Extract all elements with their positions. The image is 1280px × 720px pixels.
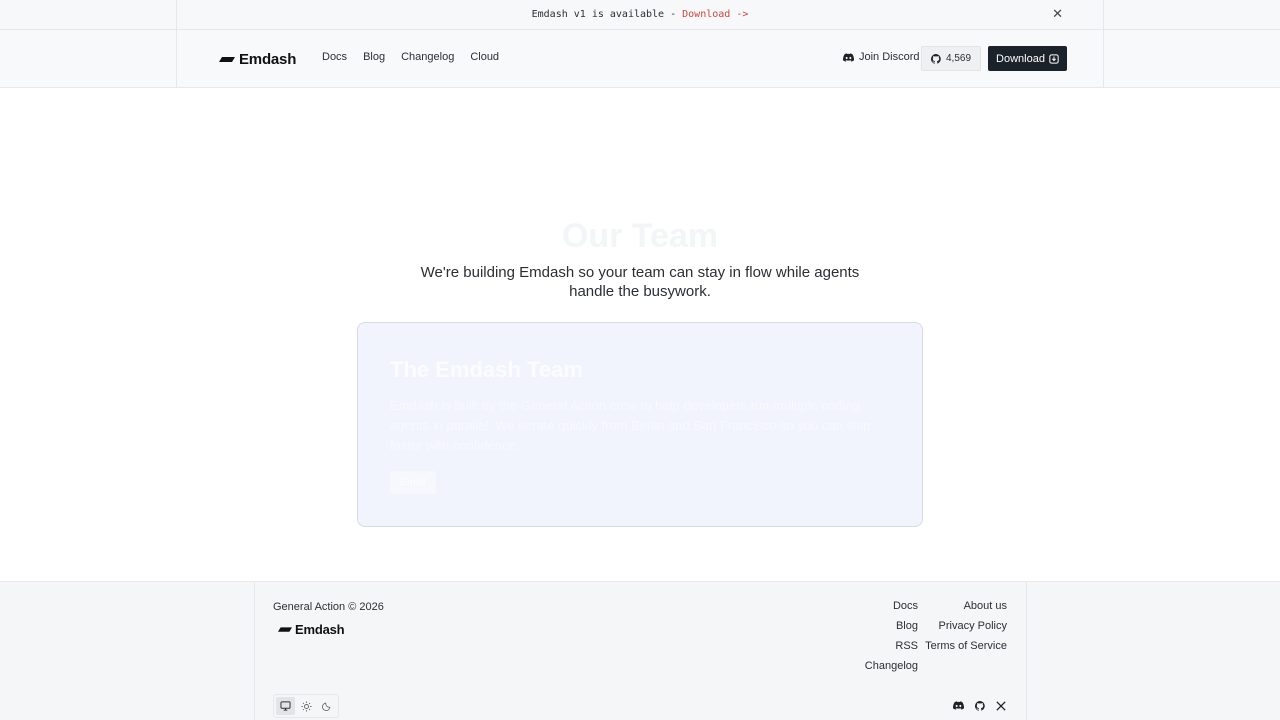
- site-header-inner: Emdash Docs Blog Changelog Cloud Join Di…: [176, 30, 1104, 88]
- download-button[interactable]: Download: [988, 46, 1067, 71]
- sun-icon: [300, 700, 312, 712]
- footer-logo-text: Emdash: [295, 622, 345, 637]
- footer-link-about[interactable]: About us: [964, 600, 1007, 613]
- theme-switcher: [273, 694, 339, 718]
- footer-link-privacy[interactable]: Privacy Policy: [939, 620, 1007, 633]
- monitor-icon: [280, 701, 291, 711]
- team-card-body: Emdash is built by the General Action cr…: [390, 398, 871, 453]
- x-icon[interactable]: [995, 700, 1006, 711]
- theme-dark-option[interactable]: [317, 697, 336, 715]
- moon-icon: [321, 702, 331, 711]
- page-title: Our Team: [561, 217, 719, 255]
- announcement-text: Emdash v1 is available - Download ->: [177, 9, 1103, 20]
- discord-icon: [843, 52, 854, 62]
- announcement-banner-inner: Emdash v1 is available - Download -> ✕: [176, 0, 1104, 30]
- social-links: [953, 700, 1006, 711]
- footer-link-terms[interactable]: Terms of Service: [925, 640, 1007, 653]
- footer-link-docs[interactable]: Docs: [893, 600, 918, 613]
- footer-logo[interactable]: Emdash: [278, 622, 345, 637]
- download-icon: [1049, 53, 1059, 64]
- theme-system-option[interactable]: [276, 697, 295, 715]
- footer-link-changelog[interactable]: Changelog: [865, 660, 918, 673]
- team-card-title: The Emdash Team: [390, 357, 583, 382]
- nav-cloud[interactable]: Cloud: [470, 51, 499, 63]
- announcement-message: Emdash v1 is available -: [531, 9, 683, 20]
- theme-light-option[interactable]: [297, 697, 316, 715]
- join-discord-button[interactable]: Join Discord: [843, 51, 920, 63]
- footer-links-resources: Docs Blog RSS Changelog: [865, 600, 918, 673]
- emdash-mark-icon: [278, 627, 292, 632]
- discord-icon[interactable]: [953, 700, 964, 711]
- logo-text: Emdash: [239, 50, 297, 68]
- github-star-count: 4,569: [946, 53, 972, 64]
- close-icon[interactable]: ✕: [1052, 7, 1063, 21]
- main-nav: Docs Blog Changelog Cloud: [322, 51, 499, 63]
- announcement-download-link[interactable]: Download ->: [682, 9, 748, 20]
- nav-docs[interactable]: Docs: [322, 51, 347, 63]
- footer-links-company: About us Privacy Policy Terms of Service: [925, 600, 1007, 653]
- github-icon[interactable]: [974, 700, 985, 711]
- copyright-text: General Action © 2026: [273, 601, 384, 613]
- nav-changelog[interactable]: Changelog: [401, 51, 454, 63]
- github-stars-button[interactable]: 4,569: [921, 46, 982, 71]
- team-card: The Emdash Team Emdash is built by the G…: [357, 322, 923, 527]
- join-discord-label: Join Discord: [859, 51, 920, 63]
- footer-link-rss[interactable]: RSS: [895, 640, 918, 653]
- nav-blog[interactable]: Blog: [363, 51, 385, 63]
- team-email-button[interactable]: Email: [390, 471, 436, 494]
- announcement-banner: Emdash v1 is available - Download -> ✕: [0, 0, 1280, 30]
- github-icon: [931, 53, 941, 64]
- logo[interactable]: Emdash: [219, 49, 296, 69]
- site-header: Emdash Docs Blog Changelog Cloud Join Di…: [0, 30, 1280, 88]
- download-label: Download: [996, 52, 1045, 65]
- emdash-mark-icon: [219, 56, 235, 62]
- site-footer-inner: General Action © 2026 Emdash Docs Blog R…: [254, 582, 1027, 720]
- site-footer: General Action © 2026 Emdash Docs Blog R…: [0, 581, 1280, 720]
- page-subtitle: We're building Emdash so your team can s…: [420, 264, 860, 300]
- footer-link-blog[interactable]: Blog: [896, 620, 918, 633]
